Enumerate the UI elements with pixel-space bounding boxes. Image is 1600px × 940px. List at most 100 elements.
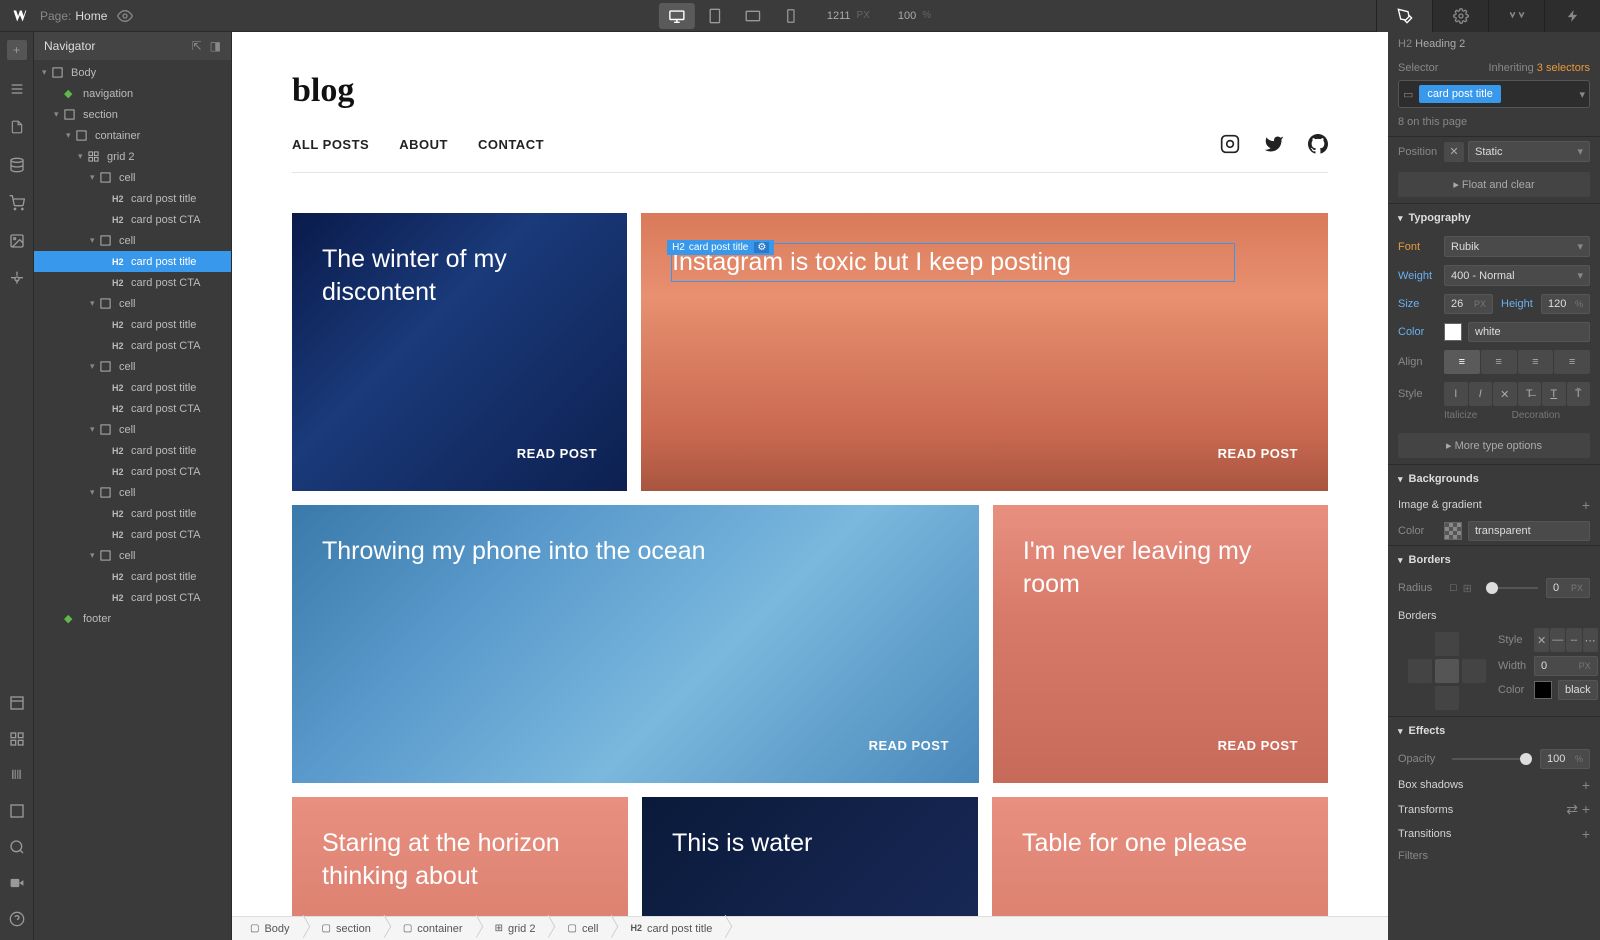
tree-row[interactable]: H2card post CTA — [34, 398, 231, 419]
tree-row[interactable]: H2card post CTA — [34, 272, 231, 293]
gear-icon[interactable]: ⚙ — [754, 242, 769, 253]
opacity-input[interactable]: 100% — [1540, 749, 1590, 769]
size-input[interactable]: 26PX — [1444, 294, 1493, 314]
add-shadow-icon[interactable]: + — [1582, 777, 1590, 793]
borders-header[interactable]: ▾Borders — [1388, 546, 1600, 574]
deco-none[interactable]: ✕ — [1493, 382, 1517, 406]
selector-input[interactable]: ▭ card post title ▾ — [1398, 80, 1590, 108]
nav-link[interactable]: CONTACT — [478, 137, 544, 152]
card-title[interactable]: I'm never leaving my room — [1023, 535, 1271, 600]
search-icon[interactable] — [8, 838, 26, 856]
border-none[interactable]: ✕ — [1534, 628, 1549, 652]
device-mobile[interactable] — [773, 3, 809, 29]
preview-icon[interactable] — [117, 8, 133, 24]
card-cta[interactable]: READ POST — [517, 446, 597, 461]
add-element-icon[interactable]: + — [7, 40, 27, 60]
height-input[interactable]: 120% — [1541, 294, 1590, 314]
typography-header[interactable]: ▾Typography — [1388, 204, 1600, 232]
tab-interactions[interactable] — [1544, 0, 1600, 32]
tree-row[interactable]: H2card post title — [34, 440, 231, 461]
assets-icon[interactable] — [8, 232, 26, 250]
nav-link[interactable]: ALL POSTS — [292, 137, 369, 152]
cms-icon[interactable] — [8, 156, 26, 174]
effects-header[interactable]: ▾Effects — [1388, 717, 1600, 745]
radius-individual-icon[interactable]: ⊞ — [1463, 582, 1472, 595]
tab-style[interactable] — [1376, 0, 1432, 32]
page-name[interactable]: Home — [75, 9, 107, 23]
tab-settings[interactable] — [1432, 0, 1488, 32]
card-title[interactable]: The winter of my discontent — [322, 243, 570, 308]
device-tablet-landscape[interactable] — [735, 3, 771, 29]
tree-row[interactable]: ▾cell — [34, 293, 231, 314]
crumb[interactable]: ▢cell — [549, 917, 612, 940]
card[interactable]: H2 card post title ⚙ Instagram is toxic … — [641, 213, 1328, 491]
tree-row[interactable]: H2card post CTA — [34, 524, 231, 545]
crumb[interactable]: ⊞grid 2 — [477, 917, 550, 940]
ecommerce-icon[interactable] — [8, 194, 26, 212]
collapse-icon[interactable]: ◨ — [210, 39, 221, 53]
tree-row[interactable]: ▾Body — [34, 62, 231, 83]
border-solid[interactable]: — — [1550, 628, 1565, 652]
tree-row[interactable]: H2card post title — [34, 377, 231, 398]
deco-overline[interactable]: T̄ — [1567, 382, 1591, 406]
inheriting-count[interactable]: 3 selectors — [1537, 62, 1590, 74]
reset-icon[interactable]: ✕ — [1444, 142, 1464, 162]
font-select[interactable]: Rubik▾ — [1444, 236, 1590, 257]
tree-row[interactable]: ▾cell — [34, 356, 231, 377]
add-transition-icon[interactable]: + — [1582, 826, 1590, 842]
tree-row[interactable]: ▾cell — [34, 419, 231, 440]
breadcrumb[interactable]: ▢Body▢section▢container⊞grid 2▢cellH2car… — [232, 916, 1388, 940]
twitter-icon[interactable] — [1264, 134, 1284, 154]
card[interactable]: Staring at the horizon thinking about — [292, 797, 628, 916]
site-title[interactable]: blog — [292, 72, 1328, 110]
canvas-width[interactable]: 1211 — [827, 10, 851, 22]
tree-row[interactable]: H2card post CTA — [34, 587, 231, 608]
position-select[interactable]: Static▾ — [1468, 141, 1590, 162]
crumb[interactable]: H2card post title — [612, 917, 726, 940]
page-icon[interactable] — [8, 118, 26, 136]
tree-row[interactable]: H2card post title — [34, 314, 231, 335]
tree-row[interactable]: H2card post CTA — [34, 461, 231, 482]
help-circle-icon[interactable] — [8, 910, 26, 928]
card-cta[interactable]: READ POST — [1218, 446, 1298, 461]
tree-row[interactable]: ▾cell — [34, 167, 231, 188]
style-italic[interactable]: I — [1469, 382, 1493, 406]
tree-row[interactable]: ▾container — [34, 125, 231, 146]
navigator-toggle-icon[interactable] — [8, 694, 26, 712]
instagram-icon[interactable] — [1220, 134, 1240, 154]
webflow-logo[interactable] — [8, 5, 30, 27]
video-icon[interactable] — [8, 874, 26, 892]
style-normal[interactable]: I — [1444, 382, 1468, 406]
github-icon[interactable] — [1308, 134, 1328, 154]
settings-icon[interactable] — [8, 270, 26, 288]
card-cta[interactable]: READ POST — [1218, 738, 1298, 753]
tree-row[interactable]: ▾grid 2 — [34, 146, 231, 167]
tree-row[interactable]: ▾cell — [34, 230, 231, 251]
color-swatch[interactable] — [1444, 323, 1462, 341]
tree-row[interactable]: H2card post title — [34, 188, 231, 209]
card[interactable]: The winter of my discontent READ POST — [292, 213, 627, 491]
radius-uniform-icon[interactable]: □ — [1450, 582, 1457, 594]
device-tablet[interactable] — [697, 3, 733, 29]
align-center[interactable]: ≡ — [1481, 350, 1517, 374]
border-dashed[interactable]: ╌ — [1566, 628, 1581, 652]
chevron-down-icon[interactable]: ▾ — [1579, 88, 1585, 101]
border-width-input[interactable]: 0PX — [1534, 656, 1598, 676]
color-input[interactable]: white — [1468, 322, 1590, 342]
tree-row[interactable]: H2card post title — [34, 251, 231, 272]
radius-slider[interactable] — [1486, 587, 1538, 589]
border-color-swatch[interactable] — [1534, 681, 1552, 699]
card[interactable]: This is water — [642, 797, 978, 916]
tree-row[interactable]: H2card post title — [34, 566, 231, 587]
tree-row[interactable]: ◆footer — [34, 608, 231, 629]
unpin-icon[interactable]: ⇱ — [192, 39, 202, 53]
card-cta[interactable]: READ POST — [869, 738, 949, 753]
border-dotted[interactable]: ⋯ — [1583, 628, 1598, 652]
backgrounds-header[interactable]: ▾Backgrounds — [1388, 465, 1600, 493]
grid-icon[interactable] — [8, 730, 26, 748]
card[interactable]: I'm never leaving my room READ POST — [993, 505, 1328, 783]
tab-style-manager[interactable] — [1488, 0, 1544, 32]
deco-strike[interactable]: T̶ — [1518, 382, 1542, 406]
align-left[interactable]: ≡ — [1444, 350, 1480, 374]
tree-row[interactable]: H2card post title — [34, 503, 231, 524]
